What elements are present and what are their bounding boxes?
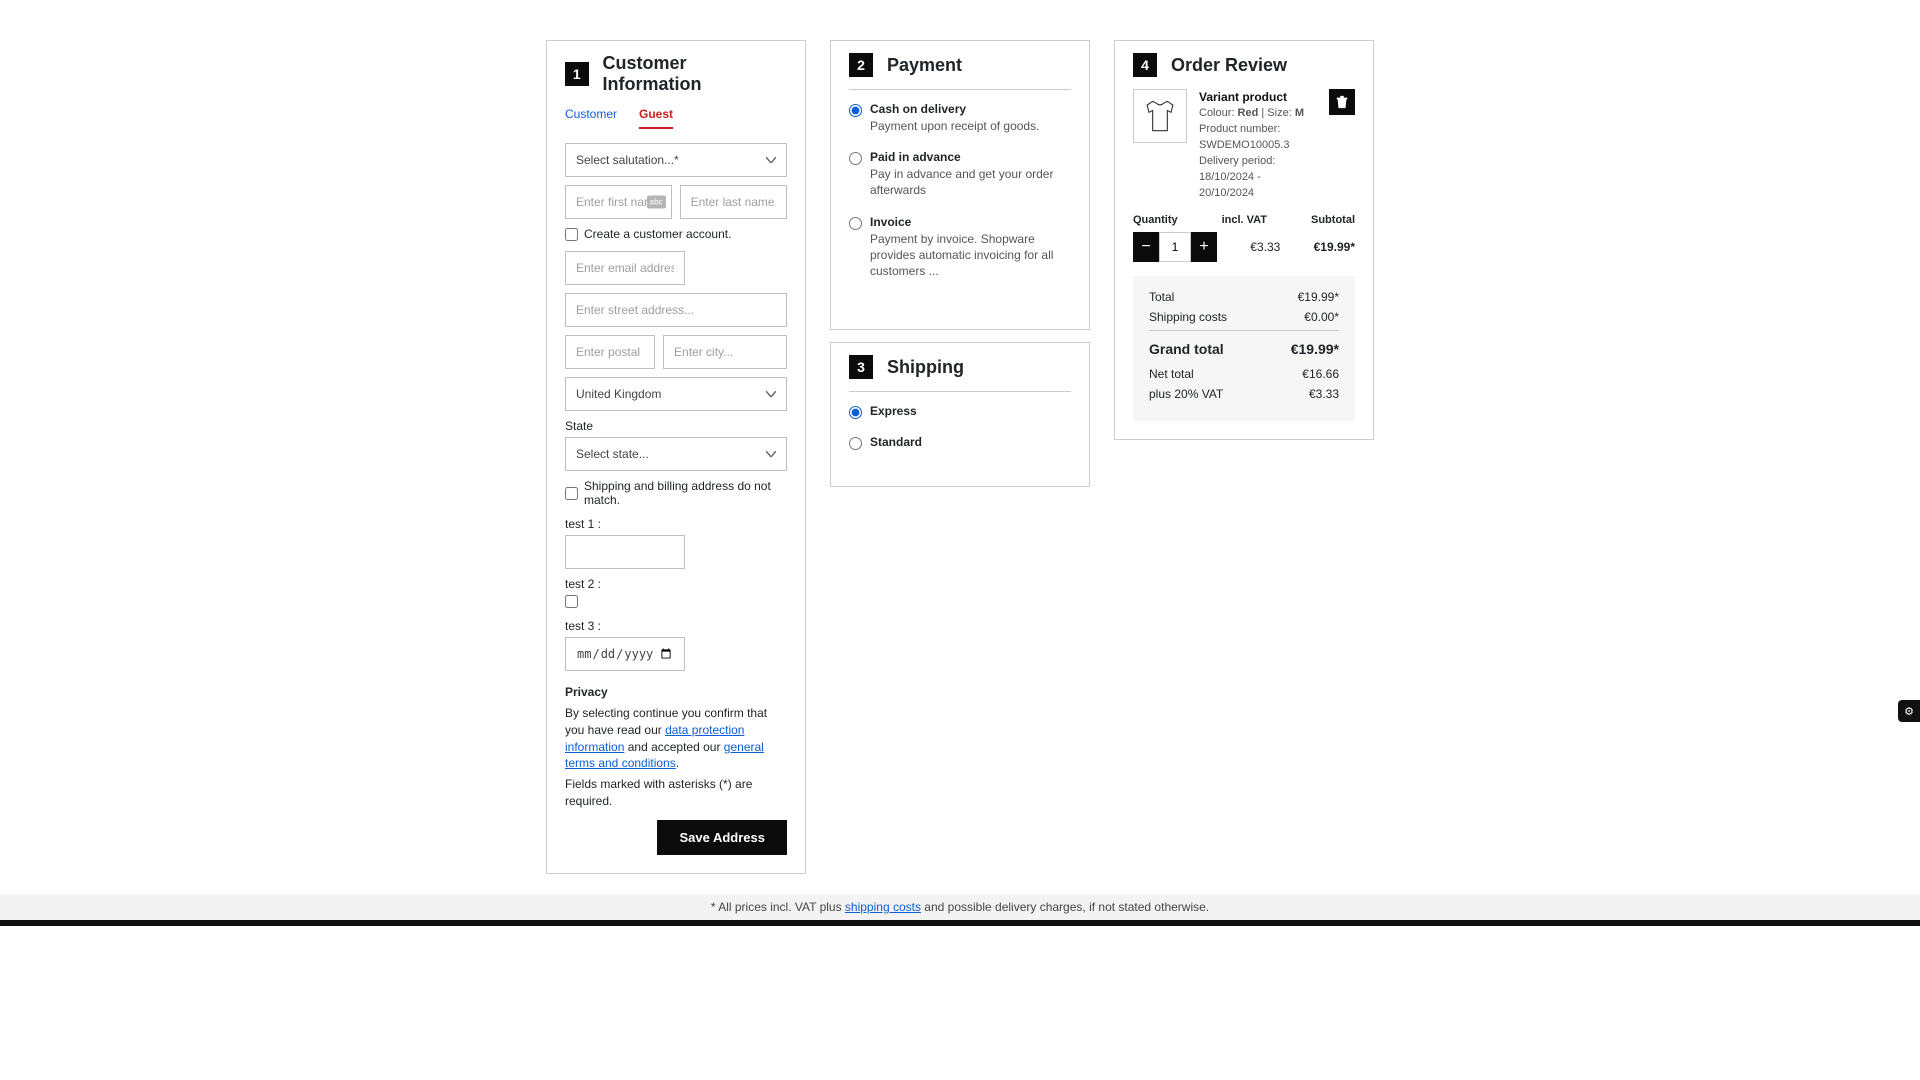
test1-label: test 1 : <box>565 517 787 531</box>
middle-column: 2 Payment Cash on delivery Payment upon … <box>830 40 1090 487</box>
divider <box>849 391 1071 392</box>
payment-option-title: Cash on delivery <box>870 102 1039 116</box>
footer-price-note: * All prices incl. VAT plus shipping cos… <box>0 894 1920 926</box>
state-label: State <box>565 419 787 433</box>
street-input[interactable] <box>565 293 787 327</box>
shipping-label: Shipping costs <box>1149 310 1227 324</box>
net-value: €16.66 <box>1302 367 1339 381</box>
qty-header: Quantity <box>1133 214 1178 226</box>
shipping-option: Express <box>849 404 1071 419</box>
payment-panel: 2 Payment Cash on delivery Payment upon … <box>830 40 1090 330</box>
payment-option: Paid in advance Pay in advance and get y… <box>849 150 1071 198</box>
shipping-option-title: Express <box>870 404 917 418</box>
divider <box>849 89 1071 90</box>
shipping-option: Standard <box>849 435 1071 450</box>
cart-line-item: Variant product Colour: Red | Size: M Pr… <box>1133 89 1355 202</box>
net-label: Net total <box>1149 367 1194 381</box>
required-fields-note: Fields marked with asterisks (*) are req… <box>565 776 787 810</box>
privacy-heading: Privacy <box>565 685 787 699</box>
total-value: €19.99* <box>1298 290 1339 304</box>
customer-tabs: Customer Guest <box>565 107 787 129</box>
payment-option-title: Paid in advance <box>870 150 1071 164</box>
remove-item-button[interactable] <box>1329 89 1355 115</box>
payment-radio-cod[interactable] <box>849 104 862 117</box>
product-name: Variant product <box>1199 89 1317 106</box>
grand-total-label: Grand total <box>1149 341 1224 357</box>
debug-toolbar-icon[interactable]: ⚙ <box>1898 700 1920 722</box>
step-number: 2 <box>849 53 873 77</box>
customer-information-panel: 1 Customer Information Customer Guest Se… <box>546 40 806 874</box>
shipping-radio-express[interactable] <box>849 406 862 419</box>
test3-label: test 3 : <box>565 619 787 633</box>
payment-option: Invoice Payment by invoice. Shopware pro… <box>849 215 1071 280</box>
salutation-select[interactable]: Select salutation...* <box>565 143 787 177</box>
vat-label: plus 20% VAT <box>1149 387 1223 401</box>
grand-total-value: €19.99* <box>1291 341 1339 357</box>
quantity-input[interactable] <box>1159 232 1191 262</box>
step-title: Customer Information <box>603 53 787 95</box>
shipping-value: €0.00* <box>1304 310 1339 324</box>
tab-customer[interactable]: Customer <box>565 107 617 129</box>
payment-option-desc: Payment by invoice. Shopware provides au… <box>870 231 1071 280</box>
total-label: Total <box>1149 290 1174 304</box>
quantity-decrease-button[interactable]: − <box>1133 232 1159 262</box>
payment-option-title: Invoice <box>870 215 1071 229</box>
ship-bill-diff-checkbox[interactable] <box>565 487 578 500</box>
test3-date-input[interactable] <box>565 637 685 671</box>
city-input[interactable] <box>663 335 787 369</box>
subtotal-header: Subtotal <box>1311 214 1355 226</box>
postal-input[interactable] <box>565 335 655 369</box>
step-number: 1 <box>565 62 589 86</box>
autofill-badge-icon: abc <box>647 196 666 209</box>
privacy-text: By selecting continue you confirm that y… <box>565 705 787 772</box>
state-select[interactable]: Select state... <box>565 437 787 471</box>
payment-radio-invoice[interactable] <box>849 217 862 230</box>
step-number: 3 <box>849 355 873 379</box>
quantity-increase-button[interactable]: + <box>1191 232 1217 262</box>
ship-bill-diff-label: Shipping and billing address do not matc… <box>584 479 787 507</box>
totals-box: Total €19.99* Shipping costs €0.00* Grand … <box>1133 276 1355 421</box>
line-vat: €3.33 <box>1250 240 1280 254</box>
shipping-option-title: Standard <box>870 435 922 449</box>
payment-option: Cash on delivery Payment upon receipt of… <box>849 102 1071 134</box>
country-select[interactable]: United Kingdom <box>565 377 787 411</box>
vat-header: incl. VAT <box>1222 214 1267 226</box>
step-title: Shipping <box>887 357 964 378</box>
shipping-radio-standard[interactable] <box>849 437 862 450</box>
tab-guest[interactable]: Guest <box>639 107 673 129</box>
payment-option-desc: Payment upon receipt of goods. <box>870 118 1039 134</box>
email-input[interactable] <box>565 251 685 285</box>
create-account-label: Create a customer account. <box>584 227 731 241</box>
create-account-checkbox[interactable] <box>565 228 578 241</box>
product-info: Variant product Colour: Red | Size: M Pr… <box>1199 89 1317 202</box>
step-title: Payment <box>887 55 962 76</box>
test1-input[interactable] <box>565 535 685 569</box>
trash-icon <box>1335 95 1349 109</box>
payment-radio-advance[interactable] <box>849 152 862 165</box>
test2-checkbox[interactable] <box>565 595 578 608</box>
shirt-icon <box>1138 94 1182 138</box>
shipping-panel: 3 Shipping Express Standard <box>830 342 1090 487</box>
checkout-page: 1 Customer Information Customer Guest Se… <box>0 0 1920 894</box>
quantity-stepper: − + <box>1133 232 1217 262</box>
step-title: Order Review <box>1171 55 1287 76</box>
order-review-panel: 4 Order Review Variant product Colour: R… <box>1114 40 1374 440</box>
save-address-button[interactable]: Save Address <box>657 820 787 855</box>
vat-value: €3.33 <box>1309 387 1339 401</box>
step-header: 1 Customer Information <box>565 53 787 95</box>
line-item-headers: Quantity incl. VAT Subtotal <box>1133 214 1355 226</box>
line-item-values: − + €3.33 €19.99* <box>1133 232 1355 262</box>
test2-label: test 2 : <box>565 577 787 591</box>
line-subtotal: €19.99* <box>1314 240 1355 254</box>
last-name-input[interactable] <box>680 185 787 219</box>
shipping-costs-link[interactable]: shipping costs <box>845 900 921 914</box>
step-number: 4 <box>1133 53 1157 77</box>
product-thumbnail <box>1133 89 1187 143</box>
payment-option-desc: Pay in advance and get your order afterw… <box>870 166 1071 198</box>
